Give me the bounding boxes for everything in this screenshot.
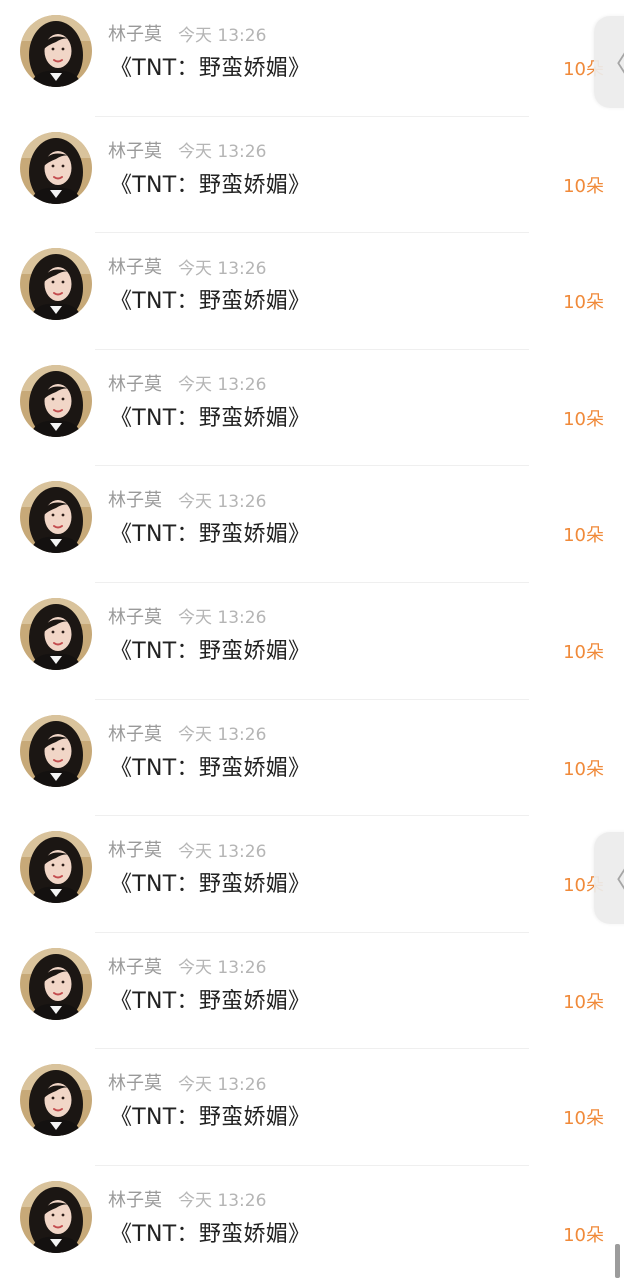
chevron-left-icon: 〈 <box>602 44 624 81</box>
gift-amount: 10朵 <box>563 991 604 1013</box>
avatar[interactable] <box>20 248 92 321</box>
timestamp: 今天 13:26 <box>178 142 267 163</box>
avatar[interactable] <box>20 947 92 1020</box>
message-meta: 林子莫 今天 13:26 <box>108 253 266 279</box>
list-item[interactable]: 林子莫 今天 13:26 《TNT：野蛮娇媚》 10朵 <box>0 350 624 467</box>
gift-amount: 10朵 <box>563 1108 604 1130</box>
avatar[interactable] <box>20 714 92 787</box>
sender-name: 林子莫 <box>108 490 162 512</box>
message-meta: 林子莫 今天 13:26 <box>108 1069 266 1095</box>
avatar[interactable] <box>20 131 92 204</box>
message-list: 林子莫 今天 13:26 《TNT：野蛮娇媚》 10朵 林子莫 今天 13:26 <box>0 0 624 1280</box>
gift-amount: 10朵 <box>563 292 604 314</box>
timestamp: 今天 13:26 <box>178 608 267 629</box>
gift-title: 《TNT：野蛮娇媚》 <box>110 1105 311 1131</box>
gift-title: 《TNT：野蛮娇媚》 <box>110 172 311 198</box>
sender-name: 林子莫 <box>108 257 162 279</box>
list-item[interactable]: 林子莫 今天 13:26 《TNT：野蛮娇媚》 10朵 <box>0 1049 624 1166</box>
list-item[interactable]: 林子莫 今天 13:26 《TNT：野蛮娇媚》 10朵 <box>0 466 624 583</box>
timestamp: 今天 13:26 <box>178 258 267 279</box>
message-meta: 林子莫 今天 13:26 <box>108 370 266 396</box>
avatar[interactable] <box>20 1180 92 1253</box>
sender-name: 林子莫 <box>108 840 162 862</box>
avatar[interactable] <box>20 364 92 437</box>
gift-title: 《TNT：野蛮娇媚》 <box>110 755 311 781</box>
gift-title: 《TNT：野蛮娇媚》 <box>110 872 311 898</box>
gift-title: 《TNT：野蛮娇媚》 <box>110 988 311 1014</box>
sender-name: 林子莫 <box>108 140 162 162</box>
sender-name: 林子莫 <box>108 1073 162 1095</box>
page: 林子莫 今天 13:26 《TNT：野蛮娇媚》 10朵 林子莫 今天 13:26 <box>0 0 624 1280</box>
message-meta: 林子莫 今天 13:26 <box>108 137 266 163</box>
gift-amount: 10朵 <box>563 1224 604 1246</box>
sender-name: 林子莫 <box>108 956 162 978</box>
scrollbar[interactable] <box>615 1244 620 1278</box>
timestamp: 今天 13:26 <box>178 375 267 396</box>
gift-title: 《TNT：野蛮娇媚》 <box>110 1221 311 1247</box>
message-meta: 林子莫 今天 13:26 <box>108 720 266 746</box>
gift-amount: 10朵 <box>563 175 604 197</box>
avatar[interactable] <box>20 481 92 554</box>
message-meta: 林子莫 今天 13:26 <box>108 953 266 979</box>
timestamp: 今天 13:26 <box>178 1191 267 1212</box>
message-meta: 林子莫 今天 13:26 <box>108 603 266 629</box>
chevron-left-icon: 〈 <box>602 860 624 897</box>
gift-title: 《TNT：野蛮娇媚》 <box>110 56 311 81</box>
sender-name: 林子莫 <box>108 373 162 395</box>
list-item[interactable]: 林子莫 今天 13:26 《TNT：野蛮娇媚》 10朵 <box>0 700 624 817</box>
side-drawer-handle[interactable]: 〈 <box>594 16 624 108</box>
list-item[interactable]: 林子莫 今天 13:26 《TNT：野蛮娇媚》 10朵 <box>0 233 624 350</box>
message-meta: 林子莫 今天 13:26 <box>108 20 266 46</box>
sender-name: 林子莫 <box>108 24 162 45</box>
message-meta: 林子莫 今天 13:26 <box>108 836 266 862</box>
gift-title: 《TNT：野蛮娇媚》 <box>110 638 311 664</box>
gift-title: 《TNT：野蛮娇媚》 <box>110 522 311 548</box>
message-meta: 林子莫 今天 13:26 <box>108 486 266 512</box>
timestamp: 今天 13:26 <box>178 1074 267 1095</box>
timestamp: 今天 13:26 <box>178 841 267 862</box>
timestamp: 今天 13:26 <box>178 491 267 512</box>
avatar[interactable] <box>20 15 92 87</box>
gift-amount: 10朵 <box>563 758 604 780</box>
gift-amount: 10朵 <box>563 641 604 663</box>
avatar[interactable] <box>20 831 92 904</box>
list-item[interactable]: 林子莫 今天 13:26 《TNT：野蛮娇媚》 10朵 <box>0 117 624 234</box>
gift-amount: 10朵 <box>563 525 604 547</box>
avatar[interactable] <box>20 1064 92 1137</box>
sender-name: 林子莫 <box>108 723 162 745</box>
gift-amount: 10朵 <box>563 408 604 430</box>
avatar[interactable] <box>20 597 92 670</box>
list-item[interactable]: 林子莫 今天 13:26 《TNT：野蛮娇媚》 10朵 <box>0 933 624 1050</box>
sender-name: 林子莫 <box>108 1189 162 1211</box>
list-item[interactable]: 林子莫 今天 13:26 《TNT：野蛮娇媚》 10朵 <box>0 583 624 700</box>
side-drawer-handle[interactable]: 〈 <box>594 832 624 924</box>
list-item[interactable]: 林子莫 今天 13:26 《TNT：野蛮娇媚》 10朵 <box>0 1166 624 1280</box>
message-meta: 林子莫 今天 13:26 <box>108 1186 266 1212</box>
list-item[interactable]: 林子莫 今天 13:26 《TNT：野蛮娇媚》 10朵 <box>0 816 624 933</box>
sender-name: 林子莫 <box>108 606 162 628</box>
timestamp: 今天 13:26 <box>178 725 267 746</box>
timestamp: 今天 13:26 <box>178 25 267 46</box>
gift-title: 《TNT：野蛮娇媚》 <box>110 405 311 431</box>
gift-title: 《TNT：野蛮娇媚》 <box>110 289 311 315</box>
list-item[interactable]: 林子莫 今天 13:26 《TNT：野蛮娇媚》 10朵 <box>0 0 624 117</box>
timestamp: 今天 13:26 <box>178 958 267 979</box>
